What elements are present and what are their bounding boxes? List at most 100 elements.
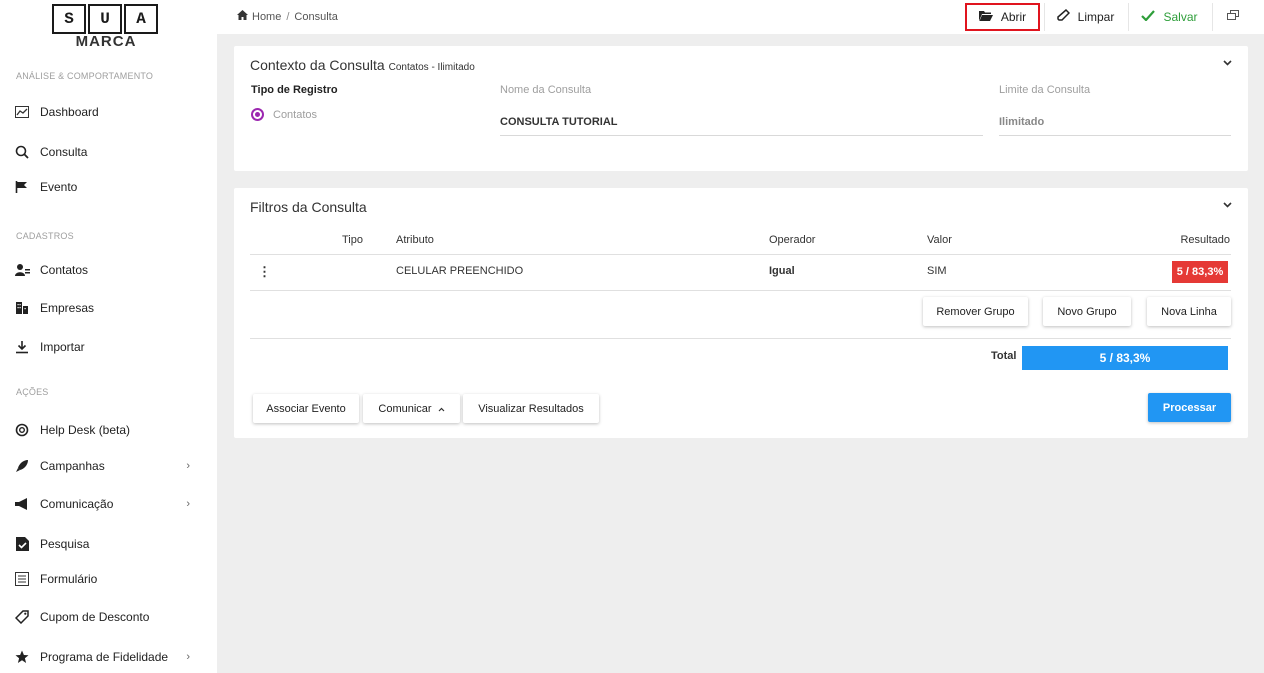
table-divider [250,254,1231,255]
flag-icon [14,179,30,195]
sidebar-item-label: Comunicação [40,497,114,511]
logo-letter: A [124,4,158,34]
row-menu-icon[interactable]: ⋮ [258,264,271,280]
folder-open-icon [978,10,993,24]
radio-selected-icon [251,108,264,121]
sidebar-item-label: Campanhas [40,459,105,473]
building-icon [14,300,30,316]
total-label: Total [991,350,1017,362]
home-icon[interactable] [237,10,248,23]
remover-grupo-button[interactable]: Remover Grupo [923,297,1028,326]
cell-atributo: CELULAR PREENCHIDO [396,265,524,277]
sidebar-item-dashboard[interactable]: Dashboard [14,100,204,124]
sidebar-item-contatos[interactable]: Contatos [14,258,204,282]
logo-letter: U [88,4,122,34]
sidebar-item-label: Importar [40,340,85,354]
rocket-icon [14,458,30,474]
brand-logo[interactable]: S U A MARCA [52,4,160,50]
chevron-down-icon[interactable] [1223,58,1232,69]
sidebar-item-formulario[interactable]: Formulário [14,567,204,591]
breadcrumb: Home / Consulta [237,10,338,23]
salvar-label: Salvar [1163,10,1198,24]
sidebar-item-importar[interactable]: Importar [14,335,204,359]
salvar-button[interactable]: Salvar [1128,3,1210,31]
breadcrumb-separator: / [286,10,290,23]
associar-evento-button[interactable]: Associar Evento [253,394,359,423]
dashboard-chart-icon [14,104,30,120]
chevron-right-icon: › [186,460,190,472]
chevron-right-icon: › [186,498,190,510]
sidebar-item-label: Formulário [40,572,98,586]
chevron-right-icon: › [186,651,190,663]
download-icon [14,339,30,355]
sidebar-item-label: Pesquisa [40,537,90,551]
novo-grupo-button[interactable]: Novo Grupo [1043,297,1131,326]
table-divider [250,338,1231,339]
total-bar: 5 / 83,3% [1022,346,1228,370]
sidebar-item-label: Cupom de Desconto [40,610,150,624]
column-header-tipo: Tipo [342,234,363,246]
sidebar: S U A MARCA ANÁLISE & COMPORTAMENTO Dash… [0,0,217,673]
nova-linha-button[interactable]: Nova Linha [1147,297,1231,326]
windows-button[interactable] [1212,3,1252,31]
coupon-tag-icon [14,609,30,625]
sidebar-item-evento[interactable]: Evento [14,175,204,199]
limite-consulta-field[interactable]: Ilimitado [999,116,1044,128]
section-title-acoes: AÇÕES [16,387,49,397]
limpar-button[interactable]: Limpar [1044,3,1126,31]
cell-valor[interactable]: SIM [927,265,947,277]
radio-contatos[interactable]: Contatos [251,108,317,121]
survey-check-icon [14,536,30,552]
abrir-label: Abrir [1000,10,1027,24]
check-icon [1141,10,1156,24]
sidebar-item-label: Consulta [40,145,88,159]
table-divider [250,290,1231,291]
sidebar-item-label: Dashboard [40,105,99,119]
chevron-up-icon [438,403,445,415]
logo-subtitle: MARCA [75,33,137,50]
sidebar-item-comunicacao[interactable]: Comunicação › [14,492,204,516]
breadcrumb-home[interactable]: Home [252,11,281,23]
filtros-card: Filtros da Consulta Tipo Atributo Operad… [234,188,1248,438]
sidebar-item-label: Programa de Fidelidade [40,650,169,664]
chevron-down-icon[interactable] [1223,200,1232,211]
column-header-valor: Valor [927,234,952,246]
section-title-cadastros: CADASTROS [16,231,74,241]
nome-consulta-label: Nome da Consulta [500,84,592,96]
abrir-button[interactable]: Abrir [965,3,1040,31]
sidebar-item-label: Contatos [40,263,89,277]
windows-icon [1226,10,1239,24]
sidebar-item-help-desk[interactable]: Help Desk (beta) [14,418,204,442]
limpar-label: Limpar [1077,10,1115,24]
sidebar-item-consulta[interactable]: Consulta [14,140,204,164]
cell-operador[interactable]: Igual [769,265,795,277]
lifebuoy-icon [14,422,30,438]
processar-button[interactable]: Processar [1148,393,1231,422]
comunicar-button[interactable]: Comunicar [363,394,460,423]
form-icon [14,571,30,587]
limite-consulta-label: Limite da Consulta [999,84,1091,96]
result-badge: 5 / 83,3% [1172,261,1228,283]
column-header-operador: Operador [769,234,816,246]
sidebar-item-fidelidade[interactable]: Programa de Fidelidade › [14,645,204,669]
topbar: Home / Consulta Abrir Limpar Salvar [217,0,1264,34]
sidebar-item-campanhas[interactable]: Campanhas › [14,454,204,478]
nome-consulta-field[interactable]: CONSULTA TUTORIAL [500,116,618,128]
contexto-card: Contexto da Consulta Contatos - Ilimitado… [234,46,1248,171]
column-header-atributo: Atributo [396,234,434,246]
nome-consulta-underline [500,135,983,136]
megaphone-icon [14,496,30,512]
contexto-title-text: Contexto da Consulta [250,57,385,73]
eraser-icon [1056,8,1070,25]
column-header-resultado: Resultado [1180,234,1230,246]
sidebar-item-cupom[interactable]: Cupom de Desconto [14,605,204,629]
tipo-registro-label: Tipo de Registro [251,84,338,96]
sidebar-item-label: Evento [40,180,78,194]
sidebar-item-empresas[interactable]: Empresas [14,296,204,320]
breadcrumb-current: Consulta [294,10,338,23]
limite-consulta-underline [999,135,1231,136]
sidebar-item-pesquisa[interactable]: Pesquisa [14,532,204,556]
comunicar-label: Comunicar [378,402,432,415]
sidebar-item-label: Help Desk (beta) [40,423,131,437]
visualizar-resultados-button[interactable]: Visualizar Resultados [463,394,599,423]
